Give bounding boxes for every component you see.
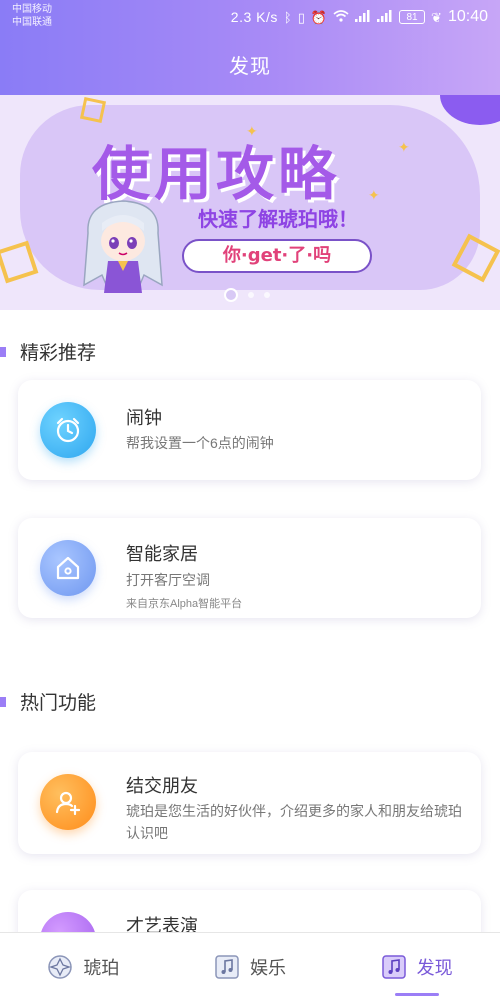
signal-icon-2 [377,10,393,24]
banner-pill: 你·get·了·吗 [182,239,372,273]
card-title: 结交朋友 [126,776,198,796]
section-title-popular: 热门功能 [0,688,96,715]
bluetooth-icon: ᛒ [283,9,292,25]
tab-label: 发现 [416,957,453,978]
bottom-tab-bar: 琥珀 娱乐 发现 [0,932,500,1000]
music-note-icon [214,954,240,980]
tab-amber[interactable]: 琥珀 [0,933,167,1000]
banner-corner-decoration [440,95,500,125]
carrier-info: 中国移动 中国联通 [12,3,52,29]
battery-indicator: 81 [399,10,426,24]
sparkle-icon: ✦ [368,187,380,203]
section-marker [0,346,6,357]
card-description: 帮我设置一个6点的闹钟 [126,435,274,451]
status-indicators: 2.3 K/s ᛒ ▯ ⏰ 81 ❦ 10:40 [231,6,488,28]
wifi-icon [333,10,349,24]
page-title: 发现 [229,56,271,78]
banner-subtitle: 快速了解琥珀哦！ [198,207,358,231]
status-clock: 10:40 [447,8,488,25]
amber-icon [47,954,73,980]
banner-square-decoration [79,96,107,124]
banner-dot[interactable] [264,292,270,298]
carrier-1: 中国移动 [12,4,52,15]
card-source: 来自京东Alpha智能平台 [126,598,243,610]
guide-banner[interactable]: ✦ ✦ ✦ 使用攻略 快速了解琥珀哦！ 你·get·了·吗 [0,95,500,310]
carrier-2: 中国联通 [12,17,52,28]
banner-dot-active[interactable] [224,288,238,302]
vibrate-icon: ▯ [297,9,305,25]
tab-entertainment[interactable]: 娱乐 [167,933,334,1000]
tab-label: 娱乐 [250,957,286,978]
section-title-text: 热门功能 [20,693,97,714]
card-alarm[interactable]: 闹钟 帮我设置一个6点的闹钟 [18,380,481,480]
section-title-text: 精彩推荐 [20,343,97,364]
network-speed: 2.3 K/s [230,9,278,25]
alarm-clock-icon [40,402,96,458]
card-description: 琥珀是您生活的好伙伴，介绍更多的家人和朋友给琥珀认识吧 [126,803,462,841]
discover-icon [381,954,407,980]
leaf-icon: ❦ [431,9,442,25]
card-title: 闹钟 [126,408,162,428]
banner-dot[interactable] [248,292,254,298]
mascot-character [83,200,163,293]
signal-icon [355,10,371,24]
tab-discover[interactable]: 发现 [333,933,500,1000]
home-icon [40,540,96,596]
active-tab-indicator [394,993,439,996]
card-make-friends[interactable]: 结交朋友 琥珀是您生活的好伙伴，介绍更多的家人和朋友给琥珀认识吧 [18,752,481,854]
add-friend-icon [40,774,96,830]
card-smart-home[interactable]: 智能家居 打开客厅空调 来自京东Alpha智能平台 [18,518,481,618]
alarm-status-icon: ⏰ [310,9,328,25]
card-description: 打开客厅空调 [126,572,210,588]
section-marker [0,696,6,707]
sparkle-icon: ✦ [398,139,410,155]
app-header: 中国移动 中国联通 2.3 K/s ᛒ ▯ ⏰ 81 ❦ 10:40 发现 [0,0,500,95]
tab-label: 琥珀 [83,957,120,978]
status-bar: 中国移动 中国联通 2.3 K/s ᛒ ▯ ⏰ 81 ❦ 10:40 [0,0,500,34]
banner-pagination [224,288,270,302]
card-title: 智能家居 [126,544,198,564]
section-title-recommended: 精彩推荐 [0,338,96,365]
